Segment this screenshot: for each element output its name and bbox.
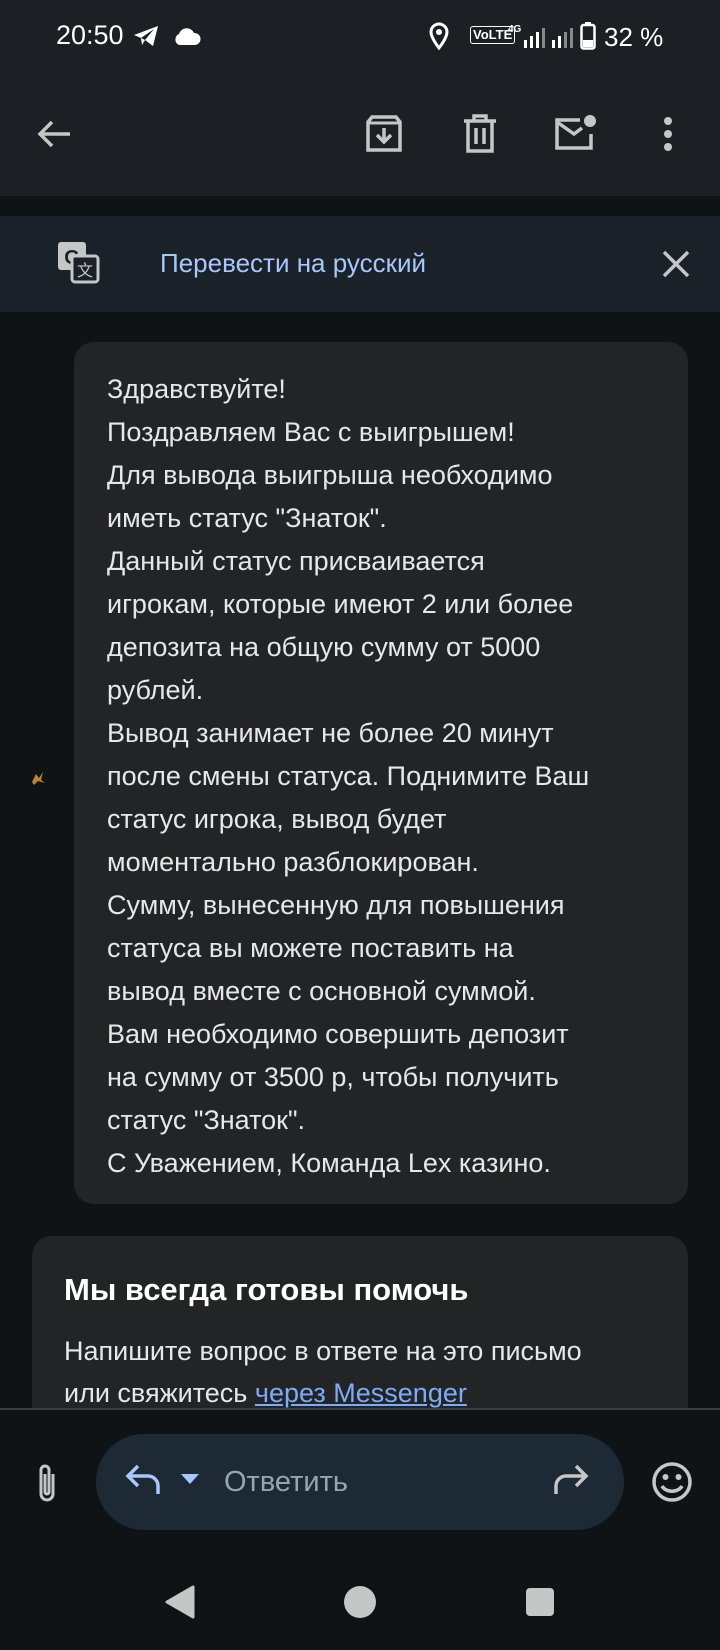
more-vert-icon <box>664 117 672 151</box>
delete-button[interactable] <box>448 102 512 166</box>
archive-button[interactable] <box>352 102 416 166</box>
message-line: статуса вы можете поставить на <box>107 933 514 963</box>
message-line: Для вывода выигрыша необходимо <box>107 460 553 490</box>
circle-home-icon <box>344 1586 376 1618</box>
message-line: игрокам, которые имеют 2 или более <box>107 589 574 619</box>
message-bubble: Здравствуйте! Поздравляем Вас с выигрышем… <box>74 342 688 1204</box>
trash-icon <box>464 114 496 153</box>
reply-bar <box>0 1410 720 1550</box>
message-line: Данный статус присваивается <box>107 546 485 576</box>
system-nav-bar <box>0 1550 720 1650</box>
network-type: 4G <box>508 24 522 35</box>
message-line: Здравствуйте! <box>107 374 286 404</box>
nav-back-button[interactable] <box>158 1580 202 1624</box>
translate-icon: G文 <box>56 240 100 289</box>
message-line: после смены статуса. Поднимите Ваш <box>107 761 590 791</box>
paperclip-icon <box>39 1464 55 1502</box>
message-line: Сумму, вынесенную для повышения <box>107 890 565 920</box>
status-bar: 20:50 VoLTE 4G 32 % <box>0 0 720 72</box>
status-time: 20:50 <box>56 20 124 50</box>
nav-home-button[interactable] <box>338 1580 382 1624</box>
forward-icon[interactable] <box>550 1462 590 1503</box>
message-line: иметь статус "Знаток". <box>107 503 387 533</box>
message-line: С Уважением, Команда Lex казино. <box>107 1148 551 1178</box>
reply-compose-pill[interactable] <box>96 1434 624 1530</box>
chevron-down-icon <box>181 1474 199 1484</box>
telegram-icon <box>132 24 160 53</box>
message-line: статус игрока, вывод будет <box>107 804 447 834</box>
mark-unread-button[interactable] <box>544 102 608 166</box>
sender-avatar[interactable] <box>28 768 48 788</box>
help-text-line: или свяжитесь через Messenger <box>64 1372 656 1408</box>
triangle-back-icon <box>165 1585 195 1619</box>
archive-icon <box>366 115 402 152</box>
translate-bar: G文 Перевести на русский <box>0 216 720 312</box>
help-title: Мы всегда готовы помочь <box>64 1272 469 1307</box>
signal-strength-icon <box>522 26 578 53</box>
help-card: Мы всегда готовы помочь Напишите вопрос … <box>32 1236 688 1408</box>
messenger-link[interactable]: через Messenger <box>255 1378 467 1408</box>
svg-text:文: 文 <box>77 262 93 280</box>
cloud-icon <box>172 26 202 51</box>
reply-icon[interactable] <box>124 1462 164 1503</box>
attach-button[interactable] <box>24 1460 70 1506</box>
help-text-prefix: или свяжитесь <box>64 1378 255 1408</box>
message-line: Поздравляем Вас с выигрышем! <box>107 417 515 447</box>
help-text: Напишите вопрос в ответе на это письмо и… <box>64 1330 656 1408</box>
nav-recents-button[interactable] <box>518 1580 562 1624</box>
message-line: на сумму от 3500 р, чтобы получить <box>107 1062 559 1092</box>
message-line: Вывод занимает не более 20 минут <box>107 718 554 748</box>
back-button[interactable] <box>22 102 86 166</box>
back-arrow-icon <box>37 120 70 148</box>
message-line: статус "Знаток". <box>107 1105 306 1135</box>
mark-unread-icon <box>555 115 596 150</box>
close-icon <box>662 250 690 278</box>
more-options-button[interactable] <box>636 102 700 166</box>
message-toolbar <box>0 72 720 196</box>
message-line: вывод вместе с основной суммой. <box>107 976 536 1006</box>
translate-link[interactable]: Перевести на русский <box>160 248 426 279</box>
battery-percentage: 32 % <box>604 22 664 52</box>
battery-icon <box>580 22 596 55</box>
emoji-icon <box>652 1462 692 1502</box>
location-icon <box>428 22 450 55</box>
close-translate-button[interactable] <box>652 240 700 288</box>
help-text-line: Напишите вопрос в ответе на это письмо <box>64 1336 582 1366</box>
message-line: моментально разблокирован. <box>107 847 479 877</box>
gmail-message-screen: 20:50 VoLTE 4G 32 % 文 Перевести на русск… <box>0 0 720 1650</box>
square-recents-icon <box>526 1588 554 1616</box>
message-line: рублей. <box>107 675 204 705</box>
message-line: Вам необходимо совершить депозит <box>107 1019 569 1049</box>
emoji-button[interactable] <box>648 1458 696 1506</box>
reply-input[interactable] <box>224 1462 524 1502</box>
message-line: депозита на общую сумму от 5000 <box>107 632 541 662</box>
reply-options-dropdown[interactable] <box>180 1472 200 1490</box>
